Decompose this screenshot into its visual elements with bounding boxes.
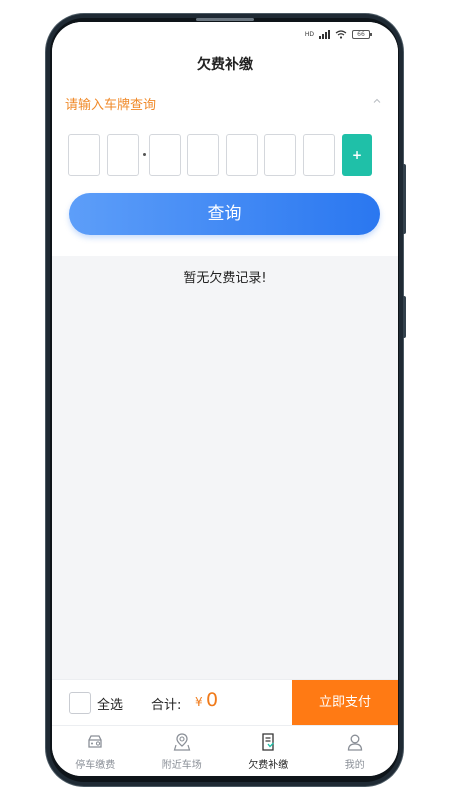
phone-speaker xyxy=(196,18,254,21)
wifi-icon xyxy=(335,30,347,39)
total-amount: 0 xyxy=(206,689,219,711)
new-energy-plate-button[interactable]: + xyxy=(342,134,372,176)
tab-bar: 停车缴费 附近车场 欠费补缴 我的 xyxy=(52,725,398,776)
tab-label: 欠费补缴 xyxy=(248,760,289,771)
plate-char-input[interactable] xyxy=(149,134,181,176)
status-icons: HD 66 xyxy=(304,30,372,39)
network-type: HD xyxy=(304,31,314,38)
user-icon xyxy=(347,734,362,751)
power-button xyxy=(403,296,406,338)
total-label: 合计: xyxy=(151,698,182,713)
tab-parking-payment[interactable]: 停车缴费 xyxy=(52,726,139,776)
select-all-label[interactable]: 全选 xyxy=(97,694,123,713)
plate-separator-dot xyxy=(143,153,146,156)
signal-icon xyxy=(319,30,330,39)
tab-profile[interactable]: 我的 xyxy=(312,726,399,776)
page-title: 欠费补缴 xyxy=(52,50,398,84)
tab-label: 附近车场 xyxy=(161,760,202,771)
app-screen: HD 66 欠费补缴 请输入车牌查询 + 查询 暂无欠费记录! 全选 合计: ¥… xyxy=(52,22,398,776)
bill-icon xyxy=(262,733,275,751)
checkout-bar: 全选 合计: ¥ 0 立即支付 xyxy=(52,679,398,726)
chevron-up-icon[interactable] xyxy=(372,96,382,106)
plate-input-group: + xyxy=(68,134,372,176)
query-heading: 请输入车牌查询 xyxy=(65,98,157,113)
plate-char-input[interactable] xyxy=(264,134,296,176)
plate-char-input[interactable] xyxy=(187,134,219,176)
battery-icon: 66 xyxy=(352,30,372,39)
plate-char-input[interactable] xyxy=(303,134,335,176)
car-icon xyxy=(88,735,102,748)
plate-char-input[interactable] xyxy=(107,134,139,176)
plate-query-card: 请输入车牌查询 + 查询 xyxy=(52,84,398,256)
tab-arrears-payment[interactable]: 欠费补缴 xyxy=(225,726,312,776)
volume-button xyxy=(403,164,406,234)
tab-label: 停车缴费 xyxy=(75,760,116,771)
tab-nearby-lots[interactable]: 附近车场 xyxy=(139,726,226,776)
currency-symbol: ¥ xyxy=(195,695,203,709)
select-all-checkbox[interactable] xyxy=(69,692,91,714)
location-icon xyxy=(173,733,191,751)
plate-char-input[interactable] xyxy=(68,134,100,176)
tab-label: 我的 xyxy=(344,760,365,771)
pay-now-button[interactable]: 立即支付 xyxy=(292,680,398,726)
empty-state-text: 暂无欠费记录! xyxy=(183,271,267,286)
plate-char-input[interactable] xyxy=(226,134,258,176)
query-button[interactable]: 查询 xyxy=(69,193,380,235)
status-bar: HD 66 xyxy=(52,22,398,50)
